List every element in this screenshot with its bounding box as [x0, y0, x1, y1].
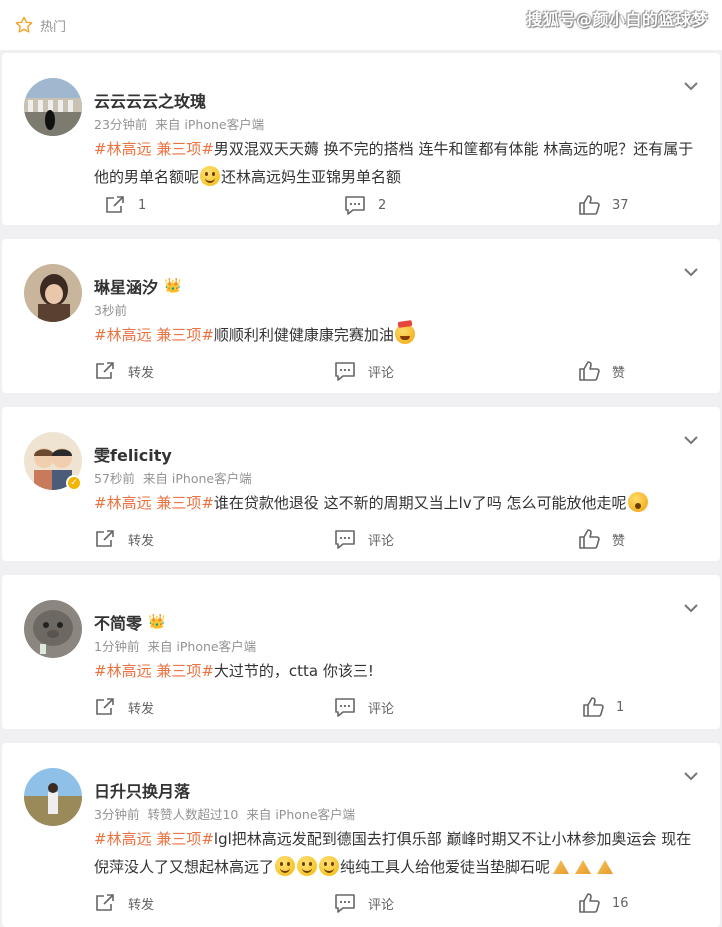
comment-text: #林高远 兼三项#大过节的，ctta 你该三!: [94, 662, 374, 680]
comment-card: 琳星涵汐 👑 3秒前 #林高远 兼三项#顺顺利利健健康康完赛加油 转发 评论 赞: [2, 239, 720, 393]
smile-emoji-icon: [319, 856, 340, 876]
smile-emoji-icon: [297, 856, 318, 876]
top-bar: 热门 搜狐号@颜小白的篮球梦: [0, 0, 722, 50]
crown-badge-icon: 👑: [164, 278, 182, 294]
like-button[interactable]: 16: [578, 891, 629, 915]
topic-tag[interactable]: #林高远 兼三项#: [94, 140, 214, 158]
repost-icon: [96, 894, 114, 911]
topic-tag[interactable]: #林高远 兼三项#: [94, 662, 214, 680]
chevron-down-icon[interactable]: [682, 769, 700, 783]
avatar[interactable]: [24, 768, 82, 826]
repost-icon: [96, 362, 114, 379]
comment-icon: [335, 698, 355, 717]
comment-icon: [335, 530, 355, 549]
like-button[interactable]: 赞: [578, 359, 625, 383]
comment-button[interactable]: 评论: [334, 359, 394, 383]
thumbs-up-icon: [579, 195, 600, 215]
comment-button[interactable]: 评论: [334, 695, 394, 719]
comment-button[interactable]: 评论: [334, 527, 394, 551]
comment-card: ✓ 雯felicity 57秒前 来自 iPhone客户端 #林高远 兼三项#谁在…: [2, 407, 720, 561]
like-button[interactable]: 赞: [578, 527, 625, 551]
topic-tag[interactable]: #林高远 兼三项#: [94, 494, 214, 512]
comment-button[interactable]: 评论: [334, 891, 394, 915]
comment-card: 云云云云之玫瑰 23分钟前 来自 iPhone客户端 #林高远 兼三项#男双混双天…: [2, 53, 720, 225]
comment-card: 日升只换月落 3分钟前 转赞人数超过10 来自 iPhone客户端 #林高远 兼三项…: [2, 743, 720, 927]
comment-icon: [335, 894, 355, 913]
thumbs-up-icon: [579, 893, 600, 913]
username[interactable]: 雯felicity: [94, 442, 172, 466]
repost-button[interactable]: 转发: [94, 695, 154, 719]
comment-icon: [335, 362, 355, 381]
action-bar: 转发 评论 16: [2, 891, 720, 915]
repost-icon: [106, 196, 124, 213]
avatar[interactable]: [24, 600, 82, 658]
like-button[interactable]: 37: [578, 193, 629, 217]
action-bar: 1 2 37: [2, 193, 720, 217]
action-bar: 转发 评论 1: [2, 695, 720, 719]
like-button[interactable]: 1: [582, 695, 624, 719]
post-meta: 23分钟前 来自 iPhone客户端: [94, 117, 265, 132]
clap-emoji-icon: [595, 856, 615, 876]
username[interactable]: 日升只换月落: [94, 778, 190, 802]
hot-label: 热门: [40, 19, 67, 35]
chevron-down-icon[interactable]: [682, 79, 700, 93]
chevron-down-icon[interactable]: [682, 433, 700, 447]
avatar[interactable]: [24, 264, 82, 322]
thumbs-up-icon: [579, 361, 600, 381]
chevron-down-icon[interactable]: [682, 265, 700, 279]
smile-emoji-icon: [200, 166, 221, 186]
topic-tag[interactable]: #林高远 兼三项#: [94, 830, 214, 848]
repost-button[interactable]: 1: [104, 193, 146, 217]
username[interactable]: 云云云云之玫瑰: [94, 88, 206, 112]
crown-badge-icon: 👑: [148, 614, 166, 630]
post-meta: 57秒前 来自 iPhone客户端: [94, 471, 252, 486]
watermark: 搜狐号@颜小白的篮球梦: [526, 10, 708, 29]
thumbs-up-icon: [583, 697, 604, 717]
post-meta: 1分钟前 来自 iPhone客户端: [94, 639, 257, 654]
repost-icon: [96, 698, 114, 715]
post-meta: 3分钟前 转赞人数超过10 来自 iPhone客户端: [94, 807, 356, 822]
verified-badge-icon: ✓: [66, 475, 82, 491]
clap-emoji-icon: [573, 856, 593, 876]
party-emoji-icon: [394, 324, 415, 344]
avatar[interactable]: [24, 78, 82, 136]
repost-icon: [96, 530, 114, 547]
comment-text: #林高远 兼三项#lgl把林高远发配到德国去打俱乐部 巅峰时期又不让小林参加奥运…: [94, 830, 692, 876]
repost-button[interactable]: 转发: [94, 527, 154, 551]
username[interactable]: 琳星涵汐 👑: [94, 274, 181, 298]
thumbs-up-icon: [579, 529, 600, 549]
clap-emoji-icon: [551, 856, 571, 876]
comment-button[interactable]: 2: [344, 193, 386, 217]
sad-emoji-icon: [627, 492, 648, 512]
comment-text: #林高远 兼三项#顺顺利利健健康康完赛加油: [94, 321, 699, 349]
comment-card: 不简零 👑 1分钟前 来自 iPhone客户端 #林高远 兼三项#大过节的，ctta…: [2, 575, 720, 729]
comment-icon: [345, 196, 365, 215]
repost-button[interactable]: 转发: [94, 359, 154, 383]
hot-tab[interactable]: 热门: [14, 15, 66, 35]
comment-text: #林高远 兼三项#男双混双天天薅 换不完的搭档 连牛和筐都有体能 林高远的呢？还…: [94, 140, 694, 186]
action-bar: 转发 评论 赞: [2, 359, 720, 383]
post-meta: 3秒前: [94, 303, 127, 318]
username[interactable]: 不简零 👑: [94, 610, 165, 634]
chevron-down-icon[interactable]: [682, 601, 700, 615]
action-bar: 转发 评论 赞: [2, 527, 720, 551]
comment-text: #林高远 兼三项#谁在贷款他退役 这不新的周期又当上lv了吗 怎么可能放他走呢: [94, 489, 699, 517]
smile-emoji-icon: [275, 856, 296, 876]
star-icon: [15, 16, 33, 33]
topic-tag[interactable]: #林高远 兼三项#: [94, 326, 214, 344]
repost-button[interactable]: 转发: [94, 891, 154, 915]
